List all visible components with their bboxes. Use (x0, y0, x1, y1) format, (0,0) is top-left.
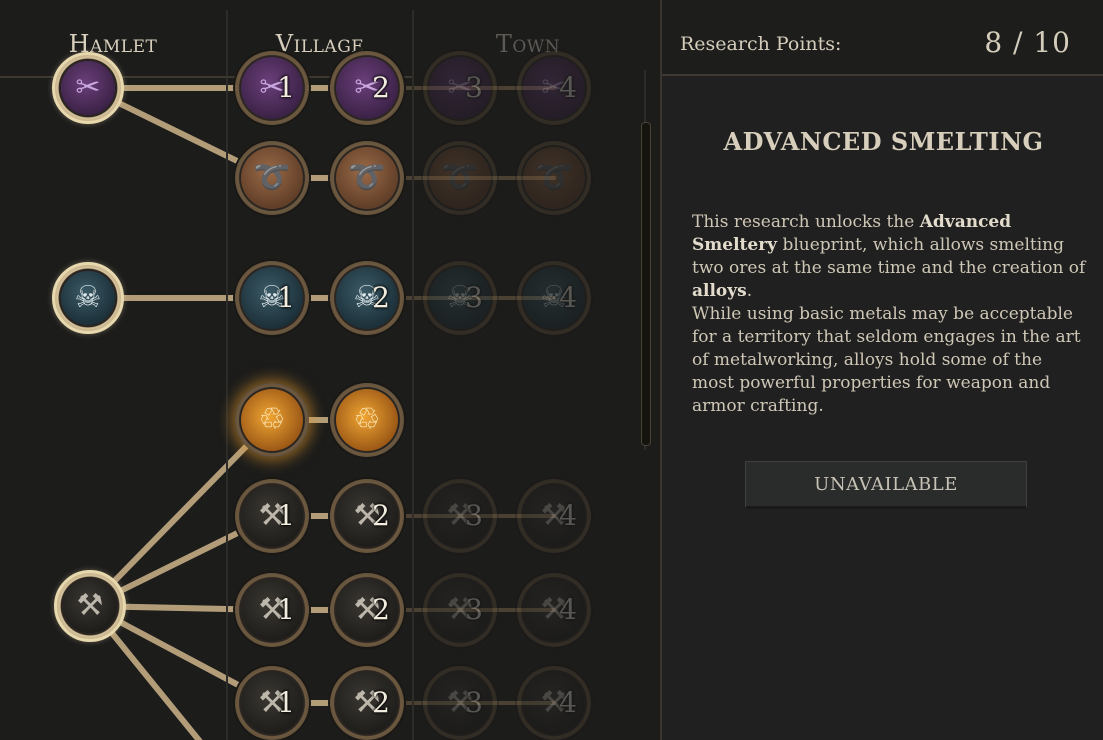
node-face: ♲ (336, 389, 398, 451)
node-face: ➰ (336, 147, 398, 209)
desc-text: . (746, 281, 753, 301)
hide-icon: ➰ (441, 160, 479, 195)
research-node[interactable]: ⚒ (54, 570, 126, 642)
node-level: 4 (559, 685, 577, 719)
node-level: 2 (372, 685, 390, 719)
research-node[interactable]: ♲ (235, 383, 309, 457)
research-node[interactable]: ✂ 2 (330, 51, 404, 125)
smelter-icon: ♲ (258, 402, 286, 437)
hide-icon: ➰ (535, 160, 573, 195)
research-node[interactable]: ➰ (330, 141, 404, 215)
research-info-panel: Research Points: 8 / 10 ADVANCED SMELTIN… (660, 0, 1103, 740)
node-face: ➰ (523, 147, 585, 209)
research-lore: While using basic metals may be acceptab… (692, 304, 1081, 416)
node-level: 1 (277, 592, 295, 626)
node-level: 4 (559, 70, 577, 104)
research-node[interactable]: ⚒ 1 (235, 666, 309, 740)
research-node[interactable]: ⚒ 3 (423, 573, 497, 647)
node-level: 2 (372, 592, 390, 626)
node-level: 2 (372, 498, 390, 532)
research-node[interactable]: ✂ 3 (423, 51, 497, 125)
research-node[interactable]: ⚒ 2 (330, 573, 404, 647)
research-description: This research unlocks the Advanced Smelt… (692, 211, 1088, 303)
research-node[interactable]: ⚒ 3 (423, 479, 497, 553)
research-points-bar: Research Points: 8 / 10 (662, 0, 1103, 76)
node-face: ⚒ (63, 579, 117, 633)
research-node[interactable]: ☠ (52, 262, 124, 334)
research-node[interactable]: ⚒ 2 (330, 666, 404, 740)
node-level: 3 (465, 70, 483, 104)
node-level: 4 (559, 592, 577, 626)
node-level: 1 (277, 498, 295, 532)
unavailable-button[interactable]: UNAVAILABLE (745, 461, 1027, 509)
research-node[interactable]: ☠ 1 (235, 261, 309, 335)
smelter-icon: ♲ (353, 402, 381, 437)
node-face: ➰ (429, 147, 491, 209)
research-tree-panel: Hamlet Village Town ✂ ☠ ⚒ ✂ 1 ✂ 2 ✂ 3 ✂ 4 ➰ ➰ ➰ ➰ ☠ 1 ☠ 2 ☠… (0, 0, 660, 740)
scissors-icon: ✂ (75, 70, 101, 105)
research-node[interactable]: ⚒ 3 (423, 666, 497, 740)
node-level: 1 (277, 685, 295, 719)
research-node[interactable]: ⚒ 4 (517, 666, 591, 740)
node-face: ♲ (241, 389, 303, 451)
anvil-icon: ⚒ (76, 588, 104, 623)
node-level: 4 (559, 498, 577, 532)
column-divider (412, 10, 414, 740)
research-node[interactable]: ✂ (52, 52, 124, 124)
research-node[interactable]: ⚒ 4 (517, 573, 591, 647)
desc-highlight-alloys: alloys (692, 281, 747, 301)
ram-skull-icon: ☠ (74, 280, 102, 315)
research-node[interactable]: ⚒ 2 (330, 479, 404, 553)
research-node[interactable]: ⚒ 4 (517, 479, 591, 553)
research-node[interactable]: ⚒ 1 (235, 573, 309, 647)
node-face: ☠ (61, 271, 115, 325)
research-node[interactable]: ☠ 2 (330, 261, 404, 335)
research-title: ADVANCED SMELTING (723, 127, 1044, 156)
hide-icon: ➰ (348, 160, 386, 195)
research-node[interactable]: ✂ 1 (235, 51, 309, 125)
node-level: 3 (465, 280, 483, 314)
node-face: ✂ (61, 61, 115, 115)
research-node[interactable]: ➰ (517, 141, 591, 215)
node-face: ➰ (241, 147, 303, 209)
research-points-label: Research Points: (680, 33, 842, 55)
research-node[interactable]: ✂ 4 (517, 51, 591, 125)
research-node[interactable]: ☠ 3 (423, 261, 497, 335)
research-node[interactable]: ⚒ 1 (235, 479, 309, 553)
scrollbar-thumb[interactable] (641, 122, 651, 446)
column-divider (226, 10, 228, 740)
node-level: 1 (277, 70, 295, 104)
desc-text: This research unlocks the (692, 212, 920, 232)
node-level: 4 (559, 280, 577, 314)
hide-icon: ➰ (253, 160, 291, 195)
node-level: 2 (372, 70, 390, 104)
research-node[interactable]: ➰ (423, 141, 497, 215)
node-level: 3 (465, 592, 483, 626)
research-node[interactable]: ☠ 4 (517, 261, 591, 335)
research-node[interactable]: ♲ (330, 383, 404, 457)
tree-scrollbar[interactable] (640, 70, 651, 450)
research-node[interactable]: ➰ (235, 141, 309, 215)
node-level: 3 (465, 498, 483, 532)
node-level: 1 (277, 280, 295, 314)
research-points-value: 8 / 10 (984, 26, 1071, 59)
node-level: 2 (372, 280, 390, 314)
node-level: 3 (465, 685, 483, 719)
